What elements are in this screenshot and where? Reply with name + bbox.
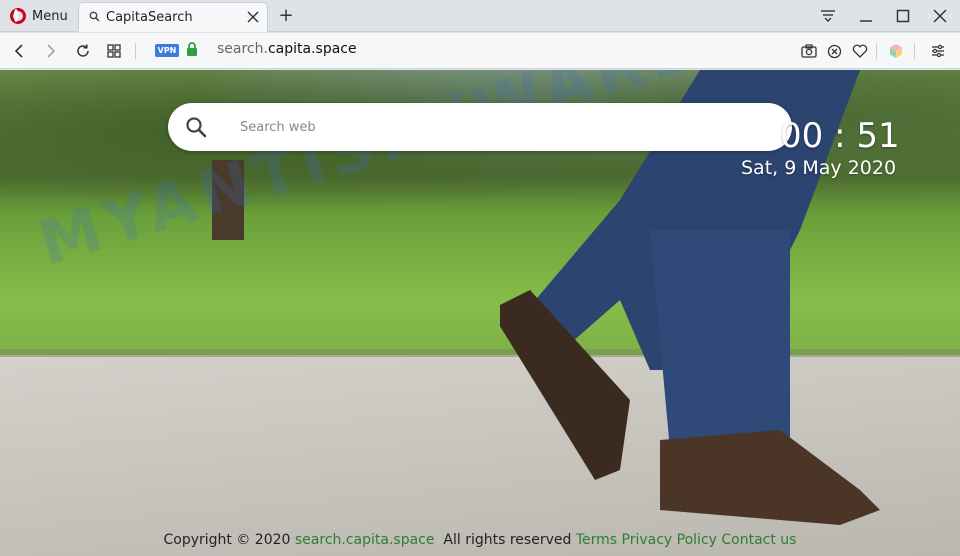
reload-icon[interactable] — [72, 40, 94, 62]
search-icon[interactable] — [172, 103, 220, 151]
ad-block-icon[interactable] — [825, 42, 843, 60]
forward-icon[interactable] — [40, 40, 62, 62]
menu-label: Menu — [32, 8, 68, 24]
opera-menu-button[interactable]: Menu — [6, 4, 74, 28]
opera-logo-icon — [10, 8, 26, 24]
speed-dial-icon[interactable] — [103, 40, 125, 62]
address-bar: VPN search.capita.space — [0, 33, 960, 69]
lock-icon[interactable] — [186, 42, 198, 61]
footer-terms-link[interactable]: Terms — [576, 532, 617, 548]
close-window-icon[interactable] — [927, 4, 953, 28]
new-tab-button[interactable]: + — [276, 5, 296, 27]
tab-capitasearch[interactable]: CapitaSearch — [78, 2, 268, 32]
url-domain: capita.space — [267, 41, 357, 57]
minimize-icon[interactable] — [853, 4, 879, 28]
footer: Copyright © 2020 search.capita.space All… — [0, 532, 960, 548]
footer-privacy-link[interactable]: Privacy Policy — [622, 532, 717, 548]
vpn-badge[interactable]: VPN — [155, 44, 179, 57]
tab-bar: Menu CapitaSearch + — [0, 0, 960, 32]
footer-site-link[interactable]: search.capita.space — [295, 532, 435, 548]
maximize-icon[interactable] — [890, 4, 916, 28]
easy-setup-icon[interactable] — [929, 42, 947, 60]
search-box[interactable] — [168, 103, 792, 151]
footer-copyright: Copyright © 2020 — [163, 532, 291, 548]
clock-time: 00 : 51 — [780, 116, 900, 156]
tab-menu-icon[interactable] — [815, 4, 841, 28]
url-field[interactable]: search.capita.space — [217, 41, 357, 57]
tab-title: CapitaSearch — [106, 10, 193, 25]
search-input[interactable] — [240, 119, 760, 135]
back-icon[interactable] — [8, 40, 30, 62]
page-content: MYANTISPYWARE.COM 00 : 51 Sat, 9 May 202… — [0, 70, 960, 556]
footer-rights: All rights reserved — [443, 532, 572, 548]
footer-contact-link[interactable]: Contact us — [721, 532, 796, 548]
tab-search-icon — [89, 11, 100, 25]
extension-cube-icon[interactable] — [887, 42, 905, 60]
toolbar-divider — [914, 43, 915, 59]
clock-date: Sat, 9 May 2020 — [741, 157, 897, 179]
url-prefix: search. — [217, 41, 268, 57]
snapshot-icon[interactable] — [800, 42, 818, 60]
toolbar-divider — [135, 43, 136, 59]
bookmark-heart-icon[interactable] — [851, 42, 869, 60]
tab-close-icon[interactable] — [243, 9, 263, 27]
toolbar-divider — [876, 43, 877, 59]
